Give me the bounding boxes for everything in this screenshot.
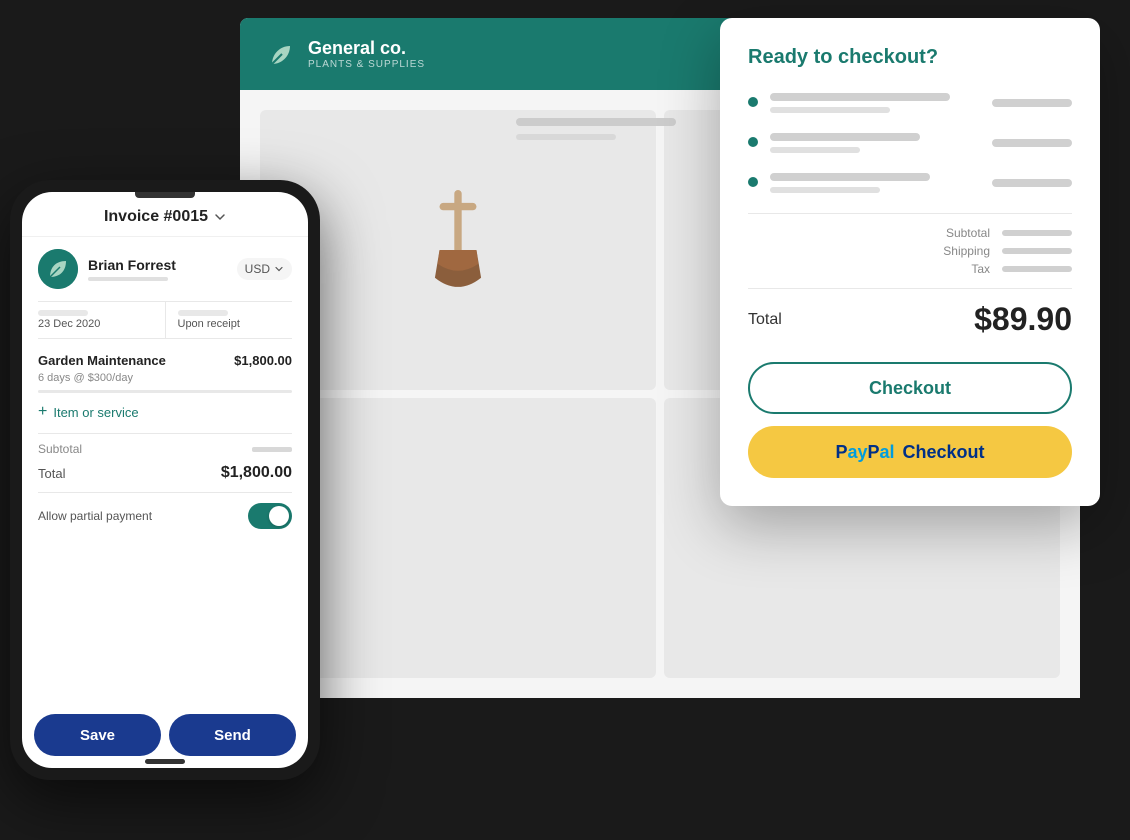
send-button[interactable]: Send bbox=[169, 714, 296, 756]
checkout-item-1 bbox=[748, 93, 1072, 113]
invoice-total-value: $1,800.00 bbox=[221, 464, 292, 482]
company-subtitle: PLANTS & SUPPLIES bbox=[308, 59, 425, 70]
item-content-1 bbox=[770, 93, 980, 113]
toggle-thumb bbox=[269, 506, 289, 526]
tax-value bbox=[1002, 266, 1072, 272]
invoice-subtotals: Subtotal bbox=[38, 433, 292, 456]
item-dot-3 bbox=[748, 177, 758, 187]
client-info: Brian Forrest bbox=[38, 249, 176, 289]
date-cell-issue: 23 Dec 2020 bbox=[38, 302, 166, 338]
total-label: Total bbox=[748, 311, 782, 329]
add-item-label: Item or service bbox=[53, 405, 138, 420]
item-line-main-2 bbox=[770, 133, 920, 141]
company-name: General co. bbox=[308, 38, 425, 59]
invoice-header: Invoice #0015 bbox=[22, 192, 308, 237]
item-price-3 bbox=[992, 179, 1072, 187]
client-name: Brian Forrest bbox=[88, 257, 176, 273]
item-price-2 bbox=[992, 139, 1072, 147]
add-item-row[interactable]: + Item or service bbox=[38, 403, 292, 421]
shovel-icon bbox=[418, 190, 498, 310]
phone-screen: Invoice #0015 bbox=[22, 192, 308, 768]
shipping-row: Shipping bbox=[943, 244, 1072, 258]
partial-payment-toggle[interactable] bbox=[248, 503, 292, 529]
invoice-total-label: Total bbox=[38, 466, 65, 481]
client-row: Brian Forrest USD bbox=[38, 249, 292, 289]
client-details: Brian Forrest bbox=[88, 257, 176, 281]
client-bar bbox=[88, 277, 168, 281]
shipping-value bbox=[1002, 248, 1072, 254]
modal-divider-2 bbox=[748, 288, 1072, 289]
date-cell-payment: Upon receipt bbox=[166, 302, 293, 338]
checkout-item-2 bbox=[748, 133, 1072, 153]
line-item-row: Garden Maintenance $1,800.00 bbox=[38, 353, 292, 368]
save-button[interactable]: Save bbox=[34, 714, 161, 756]
invoice-subtotal-dots bbox=[252, 447, 292, 452]
line-item-price: $1,800.00 bbox=[234, 353, 292, 368]
line-item-name: Garden Maintenance bbox=[38, 353, 166, 368]
item-line-sub-2 bbox=[770, 147, 860, 153]
phone-notch bbox=[135, 192, 195, 198]
add-item-icon: + bbox=[38, 403, 47, 421]
payment-value: Upon receipt bbox=[178, 318, 293, 330]
total-row: Total $89.90 bbox=[748, 301, 1072, 338]
content-bar-1 bbox=[516, 118, 676, 126]
checkout-modal: Ready to checkout? Subtotal Ship bbox=[720, 18, 1100, 506]
invoice-title: Invoice #0015 bbox=[104, 208, 226, 226]
currency-chevron-icon bbox=[274, 264, 284, 274]
date-row: 23 Dec 2020 Upon receipt bbox=[38, 301, 292, 339]
logo-icon bbox=[264, 38, 296, 70]
partial-payment-row: Allow partial payment bbox=[38, 493, 292, 539]
invoice-subtotal-line: Subtotal bbox=[38, 442, 292, 456]
item-dot-2 bbox=[748, 137, 758, 147]
item-dot-1 bbox=[748, 97, 758, 107]
company-info: General co. PLANTS & SUPPLIES bbox=[308, 38, 425, 70]
line-items: Garden Maintenance $1,800.00 6 days @ $3… bbox=[38, 353, 292, 393]
subtotal-value bbox=[1002, 230, 1072, 236]
item-content-3 bbox=[770, 173, 980, 193]
paypal-logo: PayPal bbox=[835, 442, 894, 463]
currency-value: USD bbox=[245, 262, 270, 276]
subtotals-section: Subtotal Shipping Tax bbox=[748, 226, 1072, 276]
item-content-2 bbox=[770, 133, 980, 153]
total-amount: $89.90 bbox=[974, 301, 1072, 338]
payment-label-bar bbox=[178, 310, 228, 316]
partial-payment-label: Allow partial payment bbox=[38, 509, 152, 523]
item-line-main-3 bbox=[770, 173, 930, 181]
line-item-progress-bar bbox=[38, 390, 292, 393]
invoice-total-line: Total $1,800.00 bbox=[38, 464, 292, 493]
item-line-sub-3 bbox=[770, 187, 880, 193]
tax-row: Tax bbox=[971, 262, 1072, 276]
subtotal-label: Subtotal bbox=[946, 226, 990, 240]
paypal-checkout-text: Checkout bbox=[903, 442, 985, 463]
tax-label: Tax bbox=[971, 262, 990, 276]
checkout-item-3 bbox=[748, 173, 1072, 193]
subtotal-row: Subtotal bbox=[946, 226, 1072, 240]
date-value: 23 Dec 2020 bbox=[38, 318, 153, 330]
checkout-button[interactable]: Checkout bbox=[748, 362, 1072, 414]
modal-title: Ready to checkout? bbox=[748, 46, 1072, 69]
invoice-body: Brian Forrest USD 23 Dec 2020 bbox=[22, 237, 308, 706]
desktop-content bbox=[500, 108, 680, 150]
item-line-sub-1 bbox=[770, 107, 890, 113]
invoice-subtotal-label: Subtotal bbox=[38, 442, 82, 456]
content-bar-2 bbox=[516, 134, 616, 140]
item-line-main-1 bbox=[770, 93, 950, 101]
avatar bbox=[38, 249, 78, 289]
phone-mockup: Invoice #0015 bbox=[10, 180, 320, 780]
paypal-checkout-button[interactable]: PayPal Checkout bbox=[748, 426, 1072, 478]
item-price-1 bbox=[992, 99, 1072, 107]
currency-selector[interactable]: USD bbox=[237, 258, 292, 280]
shipping-label: Shipping bbox=[943, 244, 990, 258]
date-label-bar bbox=[38, 310, 88, 316]
line-item-desc: 6 days @ $300/day bbox=[38, 372, 292, 384]
chevron-down-icon bbox=[214, 211, 226, 223]
home-indicator bbox=[145, 759, 185, 764]
modal-divider bbox=[748, 213, 1072, 214]
